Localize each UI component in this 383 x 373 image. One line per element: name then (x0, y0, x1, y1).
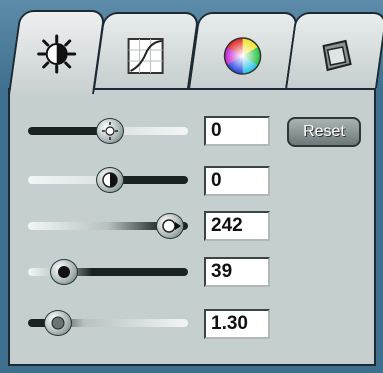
tab-brightness[interactable] (8, 10, 106, 94)
curves-graph-icon (127, 38, 164, 74)
slider-knob[interactable] (50, 259, 78, 285)
brightness-icon (37, 34, 77, 74)
tab-curves[interactable] (92, 12, 200, 94)
level-value[interactable]: 242 (204, 211, 270, 241)
contrast-icon (102, 172, 118, 188)
contrast-slider[interactable] (28, 166, 192, 194)
sun-icon (102, 122, 118, 140)
brightness-slider[interactable] (28, 117, 192, 145)
gray-dot-icon (51, 316, 65, 330)
half-circle-icon (162, 219, 181, 233)
shadow-value[interactable]: 39 (204, 257, 270, 287)
rotate-shape-icon (322, 39, 352, 72)
slider-knob[interactable] (96, 167, 124, 193)
frame-right (376, 88, 383, 373)
brightness-value[interactable]: 0 (204, 116, 270, 146)
frame-left (0, 88, 8, 373)
level-slider[interactable] (28, 212, 192, 240)
reset-button[interactable]: Reset (287, 117, 361, 147)
gamma-slider[interactable] (28, 309, 192, 337)
slider-knob[interactable] (44, 310, 72, 336)
tab-transform[interactable] (284, 12, 383, 94)
shadow-slider[interactable] (28, 258, 192, 286)
color-wheel-icon (223, 37, 262, 75)
dark-dot-icon (58, 266, 70, 278)
slider-knob[interactable] (96, 118, 124, 144)
contrast-value[interactable]: 0 (204, 166, 270, 196)
gamma-value[interactable]: 1.30 (204, 309, 270, 339)
slider-knob[interactable] (156, 213, 184, 239)
frame-bottom (0, 366, 383, 373)
tab-color[interactable] (187, 12, 299, 94)
